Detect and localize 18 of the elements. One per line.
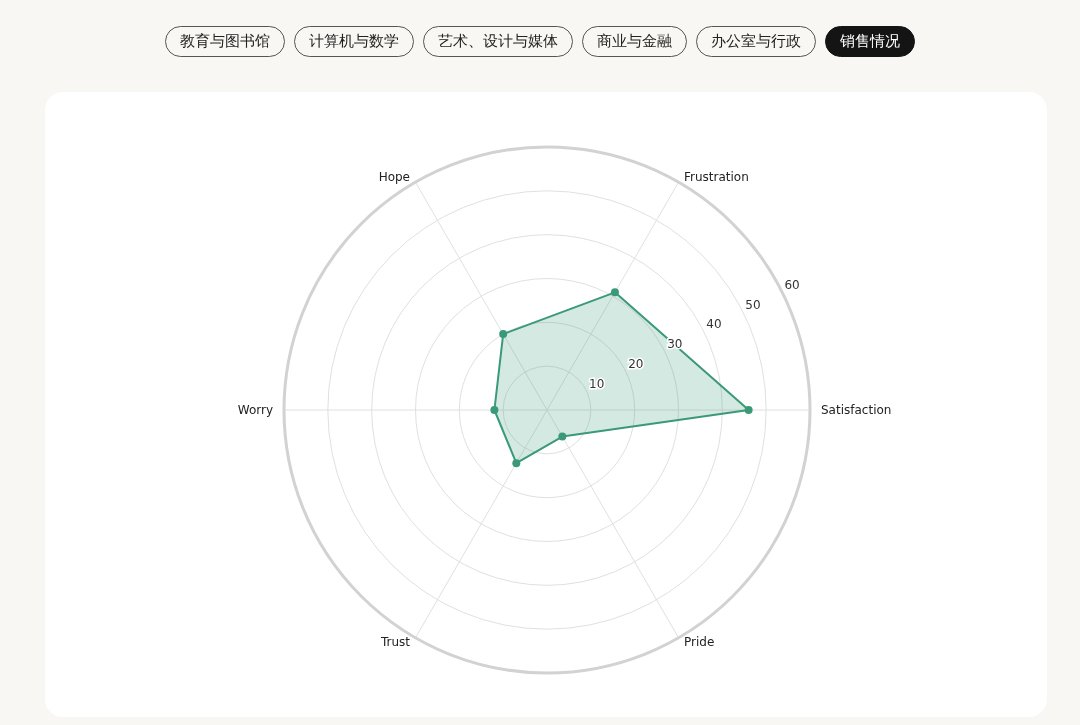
axis-label: Trust [380, 635, 410, 650]
axis-label: Frustration [684, 169, 749, 184]
tick-label: 10 [589, 377, 605, 392]
tick-label: 50 [745, 297, 761, 312]
tick-label: 60 [784, 277, 800, 292]
category-tab[interactable]: 销售情况 [825, 26, 915, 57]
tick-label: 40 [706, 317, 722, 332]
axis-label: Hope [378, 169, 410, 184]
data-point [610, 288, 619, 297]
data-point [744, 406, 753, 414]
axis-label: Pride [684, 635, 715, 650]
axis-label: Worry [237, 402, 273, 417]
data-point [490, 406, 499, 414]
data-point [499, 330, 508, 339]
data-point [512, 459, 521, 468]
data-point [558, 432, 567, 441]
tick-label: 20 [628, 357, 644, 372]
axis-label: Satisfaction [821, 402, 892, 417]
